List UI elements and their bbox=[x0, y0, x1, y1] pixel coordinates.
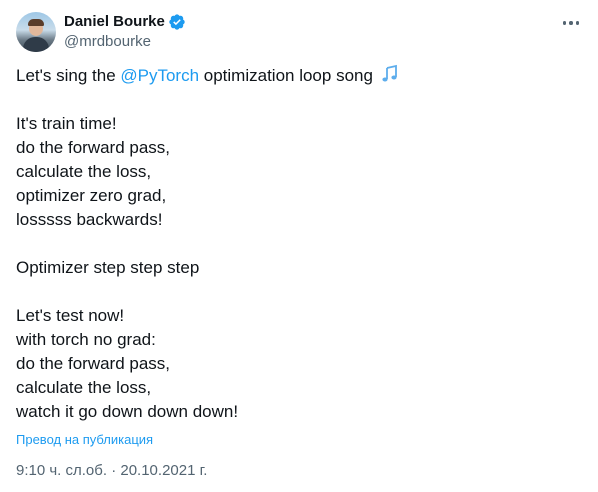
author-handle[interactable]: @mrdbourke bbox=[64, 32, 186, 52]
lyric-line: with torch no grad: bbox=[16, 330, 156, 349]
tweet: Daniel Bourke @mrdbourke Let's sing the … bbox=[0, 0, 598, 492]
lyric-line: calculate the loss, bbox=[16, 162, 152, 181]
lyric-line: It's train time! bbox=[16, 114, 117, 133]
lyric-line: Optimizer step step step bbox=[16, 258, 200, 277]
tweet-timestamp[interactable]: 9:10 ч. сл.об. · 20.10.2021 г. bbox=[16, 461, 582, 481]
lyric-line: calculate the loss, bbox=[16, 378, 152, 397]
more-dot-icon bbox=[562, 21, 567, 25]
lyric-line: do the forward pass, bbox=[16, 354, 171, 373]
mention-link[interactable]: @PyTorch bbox=[120, 66, 199, 85]
display-name-row: Daniel Bourke bbox=[64, 12, 186, 32]
author-names: Daniel Bourke @mrdbourke bbox=[64, 12, 186, 52]
tweet-text: Let's sing the @PyTorch optimization loo… bbox=[16, 64, 582, 424]
intro-text-before: Let's sing the bbox=[16, 66, 121, 85]
lyric-line: losssss backwards! bbox=[16, 210, 163, 229]
lyric-line: Let's test now! bbox=[16, 306, 125, 325]
intro-text-after: optimization loop song bbox=[199, 66, 378, 85]
more-dot-icon bbox=[569, 21, 573, 25]
display-name[interactable]: Daniel Bourke bbox=[64, 12, 165, 32]
translate-post-link[interactable]: Превод на публикация bbox=[16, 432, 153, 448]
lyric-line: do the forward pass, bbox=[16, 138, 171, 157]
more-dot-icon bbox=[575, 21, 580, 25]
tweet-intro-line: Let's sing the @PyTorch optimization loo… bbox=[16, 64, 582, 88]
lyric-line: watch it go down down down! bbox=[16, 402, 239, 421]
musical-notes-icon bbox=[382, 64, 397, 82]
tweet-header: Daniel Bourke @mrdbourke bbox=[16, 12, 582, 52]
verified-badge-icon bbox=[169, 14, 185, 30]
lyric-line: optimizer zero grad, bbox=[16, 186, 167, 205]
more-options-button[interactable] bbox=[560, 14, 582, 32]
avatar[interactable] bbox=[16, 12, 56, 52]
